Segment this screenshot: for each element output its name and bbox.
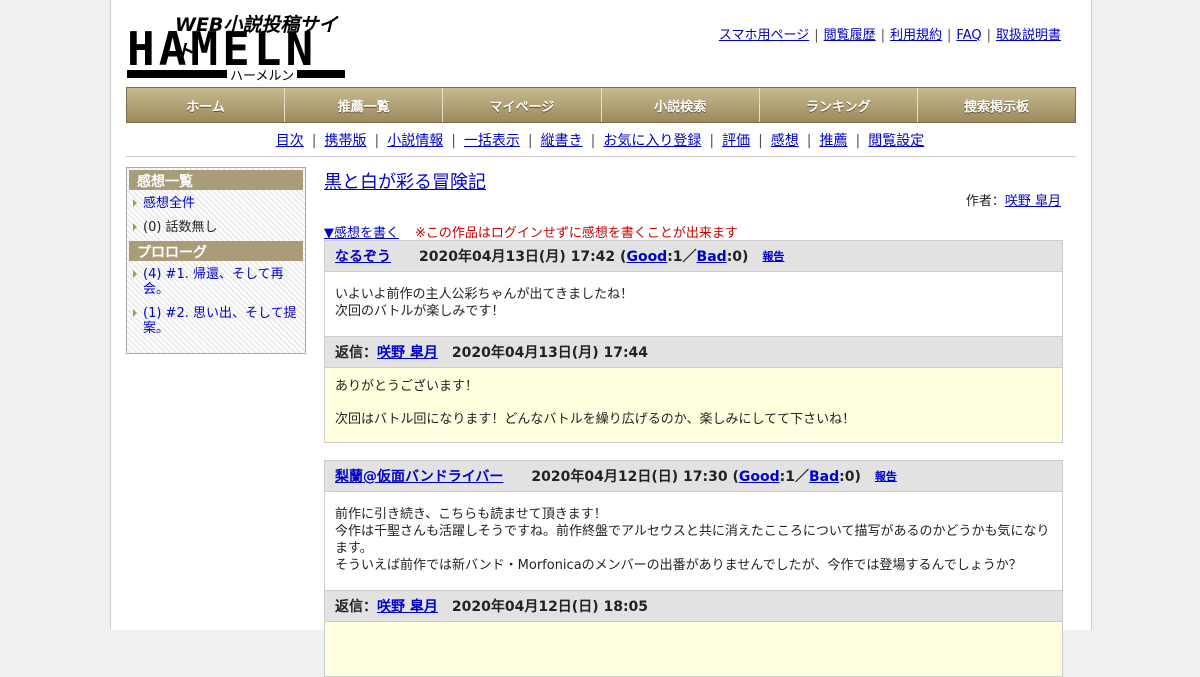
manual-link[interactable]: 取扱説明書	[996, 28, 1061, 43]
good-link[interactable]: Good	[739, 469, 780, 485]
comment-body: 前作に引き続き、こちらも読ませて頂きます！ 今作は千聖さんも活躍しそうですね。前…	[325, 492, 1062, 590]
menu-home[interactable]: ホーム	[127, 88, 286, 122]
bullet-icon	[133, 309, 137, 317]
report-link[interactable]: 報告	[762, 248, 784, 264]
reply-date: 2020年04月13日(月) 17:44	[451, 345, 649, 361]
menu-search-board[interactable]: 捜索掲示板	[917, 88, 1076, 122]
reply-author-link[interactable]: 咲野 皐月	[377, 342, 438, 362]
comment-user-link[interactable]: なるぞう	[335, 246, 391, 266]
divider	[126, 156, 1076, 157]
sub-navigation: 目次 | 携帯版 | 小説情報 | 一括表示 | 縦書き | お気に入り登録 | 評価 | 感想 | 推薦 | 閲覧…	[275, 133, 925, 149]
terms-link[interactable]: 利用規約	[890, 28, 942, 43]
reply-body	[325, 622, 1062, 676]
reply-author-link[interactable]: 咲野 皐月	[377, 596, 438, 616]
author-line: 作者：咲野 皐月	[966, 190, 1061, 209]
subnav-recommend[interactable]: 推薦	[820, 133, 848, 149]
comment-card: 梨蘭@仮面バンドライバー 2020年04月12日(日) 17:30 (Good:…	[324, 460, 1063, 677]
faq-link[interactable]: FAQ	[956, 28, 981, 43]
page-container: WEB小説投稿サイト HAMELN ハーメルン スマホ用ページ | 閲覧履歴 | 利用規…	[110, 0, 1092, 677]
comment-header: 梨蘭@仮面バンドライバー 2020年04月12日(日) 17:30 (Good:…	[325, 461, 1062, 492]
sidebar-item-none: (0) 話数無し	[127, 217, 305, 238]
sidebar-item-ep2[interactable]: (1) #2. 思い出、そして提案。	[127, 303, 305, 339]
subnav-comments[interactable]: 感想	[771, 133, 799, 149]
author-label: 作者：	[965, 194, 1005, 209]
reply-body: ありがとうございます！ 次回はバトル回になります！どんなバトルを繰り広げるのか、…	[325, 368, 1062, 442]
smartphone-page-link[interactable]: スマホ用ページ	[719, 28, 809, 43]
subnav-view-settings[interactable]: 閲覧設定	[868, 133, 924, 149]
menu-ranking[interactable]: ランキング	[759, 88, 918, 122]
comment-card: なるぞう 2020年04月13日(月) 17:42 (Good:1／Bad:0)…	[324, 240, 1063, 443]
main-menu: ホーム 推薦一覧 マイページ 小説検索 ランキング 捜索掲示板	[126, 87, 1076, 123]
history-link[interactable]: 閲覧履歴	[824, 28, 876, 43]
novel-title[interactable]: 黒と白が彩る冒険記	[324, 168, 486, 194]
subnav-toc[interactable]: 目次	[276, 133, 304, 149]
login-warning: ※この作品はログインせずに感想を書くことが出来ます	[415, 226, 738, 241]
comment-body: いよいよ前作の主人公彩ちゃんが出てきましたね！ 次回のバトルが楽しみです！	[325, 272, 1062, 336]
site-logo[interactable]: WEB小説投稿サイト HAMELN ハーメルン	[127, 10, 347, 84]
reply-header: 返信： 咲野 皐月 2020年04月12日(日) 18:05	[325, 590, 1062, 622]
subnav-rating[interactable]: 評価	[722, 133, 750, 149]
write-comment-link[interactable]: ▼感想を書く	[324, 226, 399, 241]
bullet-icon	[133, 199, 137, 207]
sidebar-header-prologue: プロローグ	[129, 241, 303, 261]
menu-mypage[interactable]: マイページ	[443, 88, 602, 122]
report-link[interactable]: 報告	[875, 468, 897, 484]
comment-date: 2020年04月13日(月) 17:42 (Good:1／Bad:0)	[419, 249, 749, 265]
sidebar: 感想一覧 感想全件 (0) 話数無し プロローグ (4) #1. 帰還、そして再…	[126, 167, 306, 354]
sidebar-item-none-label: (0) 話数無し	[143, 220, 218, 235]
subnav-mobile[interactable]: 携帯版	[324, 133, 366, 149]
reply-header: 返信： 咲野 皐月 2020年04月13日(月) 17:44	[325, 336, 1062, 368]
bad-link[interactable]: Bad	[809, 469, 839, 485]
sidebar-header-comments: 感想一覧	[129, 170, 303, 190]
subnav-favorite[interactable]: お気に入り登録	[603, 133, 701, 149]
sidebar-item-ep1-label[interactable]: (4) #1. 帰還、そして再会。	[143, 267, 284, 297]
bullet-icon	[133, 270, 137, 278]
bad-link[interactable]: Bad	[697, 249, 727, 265]
sidebar-item-all[interactable]: 感想全件	[127, 193, 305, 214]
comment-header: なるぞう 2020年04月13日(月) 17:42 (Good:1／Bad:0)…	[325, 241, 1062, 272]
comment-user-link[interactable]: 梨蘭@仮面バンドライバー	[335, 466, 503, 486]
logo-kana: ハーメルン	[227, 65, 298, 84]
subnav-vertical[interactable]: 縦書き	[541, 133, 583, 149]
menu-recommendations[interactable]: 推薦一覧	[285, 88, 444, 122]
comment-date: 2020年04月12日(日) 17:30 (Good:1／Bad:0)	[531, 469, 861, 485]
menu-novel-search[interactable]: 小説検索	[601, 88, 760, 122]
subnav-all-display[interactable]: 一括表示	[464, 133, 520, 149]
sidebar-item-ep2-label[interactable]: (1) #2. 思い出、そして提案。	[143, 306, 297, 336]
subnav-novel-info[interactable]: 小説情報	[387, 133, 443, 149]
bullet-icon	[133, 223, 137, 231]
good-link[interactable]: Good	[626, 249, 667, 265]
author-link[interactable]: 咲野 皐月	[1005, 194, 1061, 209]
write-notice: ▼感想を書く ※この作品はログインせずに感想を書くことが出来ます	[324, 222, 738, 241]
sidebar-item-ep1[interactable]: (4) #1. 帰還、そして再会。	[127, 264, 305, 300]
sidebar-item-all-label[interactable]: 感想全件	[143, 196, 195, 211]
top-links: スマホ用ページ | 閲覧履歴 | 利用規約 | FAQ | 取扱説明書	[718, 28, 1061, 43]
reply-date: 2020年04月12日(日) 18:05	[451, 599, 649, 615]
